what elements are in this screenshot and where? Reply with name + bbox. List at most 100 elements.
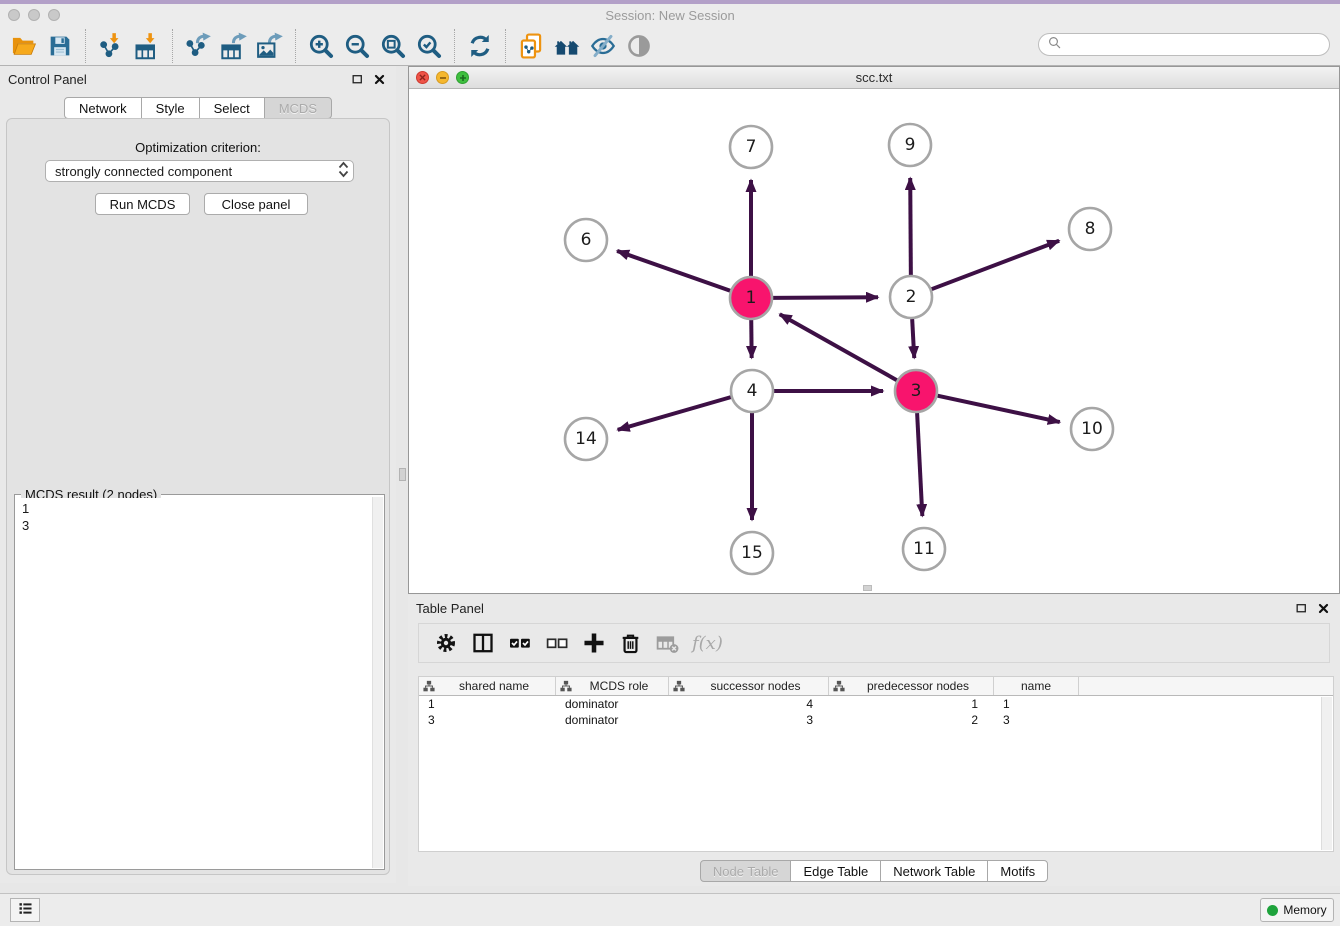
status-bar: Memory <box>0 893 1340 926</box>
tab-edge-table[interactable]: Edge Table <box>790 860 881 882</box>
close-panel-button[interactable]: Close panel <box>204 193 308 215</box>
node-10[interactable]: 10 <box>1071 408 1113 450</box>
network-window-titlebar[interactable]: scc.txt <box>409 67 1339 89</box>
edge-3-10[interactable] <box>938 396 1060 422</box>
float-panel-icon[interactable] <box>348 70 366 88</box>
node-3[interactable]: 3 <box>895 370 937 412</box>
optimization-criterion-select[interactable]: strongly connected component <box>45 160 354 182</box>
node-2[interactable]: 2 <box>890 276 932 318</box>
table-cell[interactable]: 1 <box>994 697 1079 711</box>
table-cell[interactable]: 1 <box>419 697 556 711</box>
table-cell[interactable]: 3 <box>994 713 1079 727</box>
run-mcds-button[interactable]: Run MCDS <box>95 193 190 215</box>
svg-text:1: 1 <box>746 288 757 308</box>
table-scrollbar[interactable] <box>1321 697 1332 850</box>
node-4[interactable]: 4 <box>731 370 773 412</box>
table-tabs: Node TableEdge TableNetwork TableMotifs <box>408 860 1340 882</box>
search-box[interactable] <box>1038 33 1330 56</box>
edge-2-8[interactable] <box>932 241 1060 289</box>
zoom-selected-icon[interactable] <box>411 29 447 63</box>
delete-column-icon[interactable] <box>612 626 649 660</box>
float-table-panel-icon[interactable] <box>1292 599 1310 617</box>
memory-status-icon <box>1267 905 1278 916</box>
table-row[interactable]: 1dominator411 <box>419 696 1333 712</box>
table-cell[interactable]: 1 <box>829 697 994 711</box>
edge-3-11[interactable] <box>917 413 922 516</box>
import-network-icon[interactable] <box>93 29 129 63</box>
first-neighbors-icon[interactable] <box>549 29 585 63</box>
tab-mcds[interactable]: MCDS <box>264 97 332 119</box>
table-cell[interactable]: 3 <box>419 713 556 727</box>
tab-network[interactable]: Network <box>64 97 142 119</box>
mcds-result-scrollbar[interactable] <box>372 497 383 868</box>
stepper-icon <box>338 161 349 181</box>
window-title: Session: New Session <box>0 8 1340 23</box>
table-panel-title: Table Panel <box>416 601 1288 616</box>
edge-1-2[interactable] <box>773 297 878 298</box>
tab-network-table[interactable]: Network Table <box>880 860 988 882</box>
settings-gear-icon[interactable] <box>427 626 464 660</box>
tab-node-table[interactable]: Node Table <box>700 860 792 882</box>
toolbar-separator <box>295 29 296 63</box>
table-cell[interactable]: dominator <box>556 713 669 727</box>
node-6[interactable]: 6 <box>565 219 607 261</box>
edge-3-1[interactable] <box>780 314 897 380</box>
column-header-predecessor-nodes[interactable]: predecessor nodes <box>829 677 994 695</box>
open-session-icon[interactable] <box>6 29 42 63</box>
tab-select[interactable]: Select <box>199 97 265 119</box>
column-header-successor-nodes[interactable]: successor nodes <box>669 677 829 695</box>
table-row[interactable]: 3dominator323 <box>419 712 1333 728</box>
column-header-MCDS-role[interactable]: MCDS role <box>556 677 669 695</box>
edge-1-6[interactable] <box>617 251 730 291</box>
tab-motifs[interactable]: Motifs <box>987 860 1048 882</box>
toolbar-separator <box>505 29 506 63</box>
node-14[interactable]: 14 <box>565 418 607 460</box>
add-column-icon[interactable] <box>575 626 612 660</box>
mcds-result-text[interactable]: 1 3 <box>16 498 371 868</box>
hide-selected-icon[interactable] <box>585 29 621 63</box>
select-all-icon[interactable] <box>501 626 538 660</box>
export-table-icon[interactable] <box>216 29 252 63</box>
column-type-icon <box>833 680 845 692</box>
network-scroll-handle[interactable] <box>863 585 872 591</box>
tab-style[interactable]: Style <box>141 97 200 119</box>
export-network-icon[interactable] <box>180 29 216 63</box>
column-header-shared-name[interactable]: shared name <box>419 677 556 695</box>
node-7[interactable]: 7 <box>730 126 772 168</box>
zoom-in-icon[interactable] <box>303 29 339 63</box>
function-builder-icon[interactable]: f(x) <box>686 633 723 654</box>
close-panel-icon[interactable] <box>370 70 388 88</box>
zoom-fit-icon[interactable] <box>375 29 411 63</box>
export-image-icon[interactable] <box>252 29 288 63</box>
node-8[interactable]: 8 <box>1069 208 1111 250</box>
import-table-icon[interactable] <box>129 29 165 63</box>
task-history-button[interactable] <box>10 898 40 922</box>
close-table-panel-icon[interactable] <box>1314 599 1332 617</box>
edge-2-9[interactable] <box>910 178 911 275</box>
network-canvas[interactable]: 7 9 6 8 1 2 4 3 14 10 15 11 <box>409 89 1339 593</box>
search-input[interactable] <box>1064 36 1329 54</box>
search-icon <box>1046 34 1064 55</box>
table-toolbar: f(x) <box>418 623 1330 663</box>
refresh-icon[interactable] <box>462 29 498 63</box>
edge-2-3[interactable] <box>912 319 914 358</box>
memory-button[interactable]: Memory <box>1260 898 1334 922</box>
node-1[interactable]: 1 <box>730 277 772 319</box>
deselect-all-icon[interactable] <box>538 626 575 660</box>
edge-4-14[interactable] <box>618 397 731 430</box>
zoom-out-icon[interactable] <box>339 29 375 63</box>
table-cell[interactable]: 3 <box>669 713 829 727</box>
table-cell[interactable]: 4 <box>669 697 829 711</box>
column-header-name[interactable]: name <box>994 677 1079 695</box>
clone-network-icon[interactable] <box>513 29 549 63</box>
network-view-window: scc.txt 7 9 6 8 1 2 4 3 14 10 15 11 <box>408 66 1340 594</box>
show-all-icon <box>621 29 657 63</box>
node-9[interactable]: 9 <box>889 124 931 166</box>
table-cell[interactable]: dominator <box>556 697 669 711</box>
column-layout-icon[interactable] <box>464 626 501 660</box>
node-15[interactable]: 15 <box>731 532 773 574</box>
node-11[interactable]: 11 <box>903 528 945 570</box>
table-cell[interactable]: 2 <box>829 713 994 727</box>
split-divider-handle[interactable] <box>399 468 406 481</box>
save-session-icon[interactable] <box>42 29 78 63</box>
